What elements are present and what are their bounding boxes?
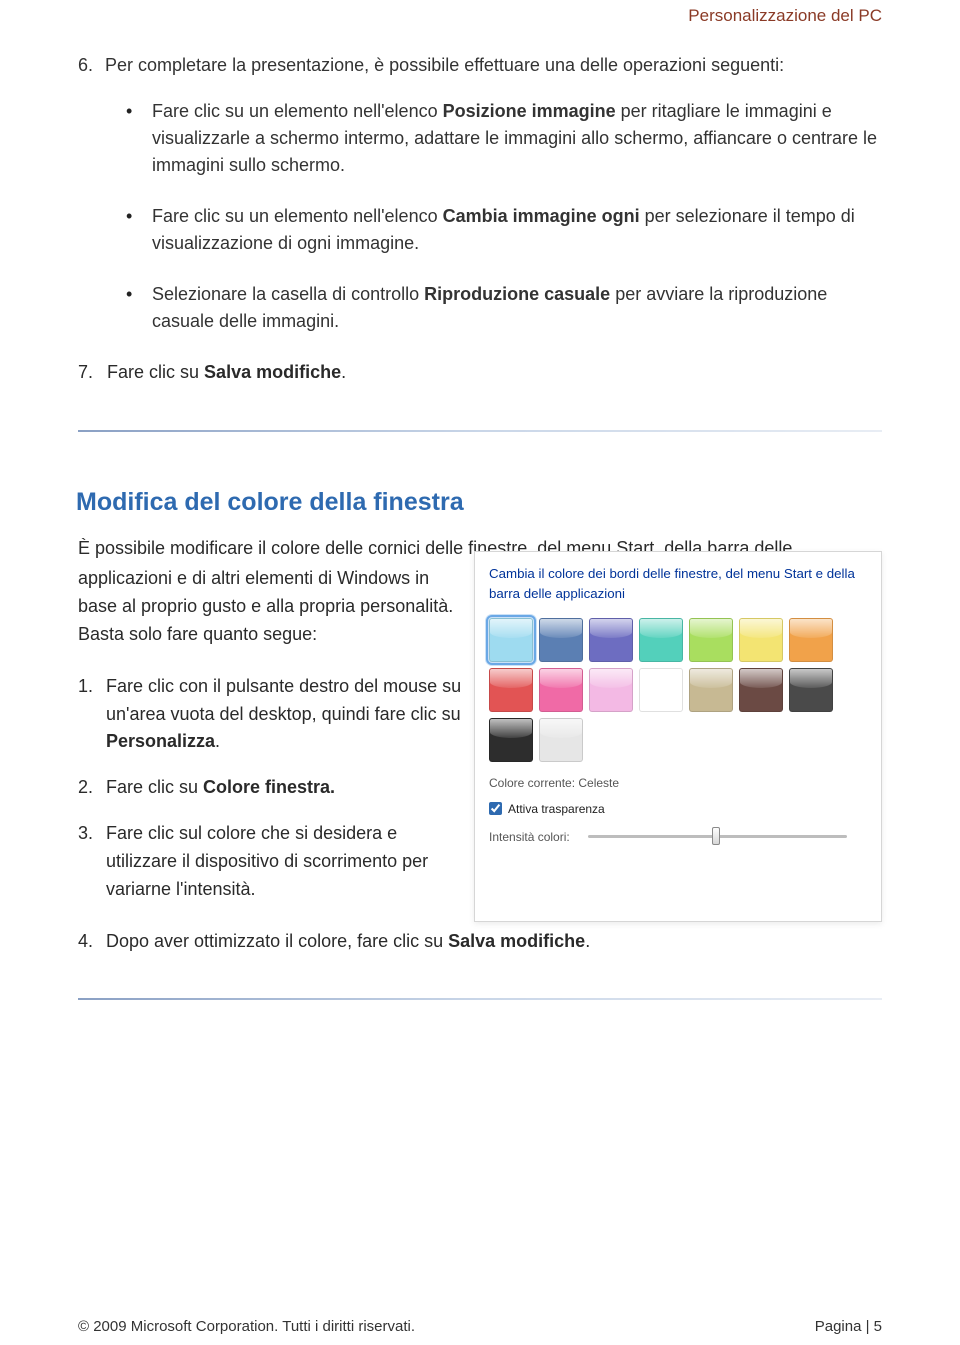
footer-page-number: Pagina | 5: [815, 1318, 882, 1335]
color-swatch-grid: [489, 618, 867, 762]
lower-step-2: 2. Fare clic su Colore finestra.: [78, 774, 466, 802]
bullet-3-pre: Selezionare la casella di controllo: [152, 284, 424, 304]
current-color-label: Colore corrente: Celeste: [489, 776, 867, 790]
lower-step-1: 1. Fare clic con il pulsante destro del …: [78, 673, 466, 757]
color-swatch-6[interactable]: [789, 618, 833, 662]
lower-step-2-bold: Colore finestra.: [203, 777, 335, 797]
lower-step-1-pre: Fare clic con il pulsante destro del mou…: [106, 676, 461, 724]
lower-step-4-bold: Salva modifiche: [448, 931, 585, 951]
color-swatch-8[interactable]: [539, 668, 583, 712]
lower-step-4-post: .: [585, 931, 590, 951]
bullet-2: Fare clic su un elemento nell'elenco Cam…: [126, 203, 882, 257]
color-swatch-14[interactable]: [489, 718, 533, 762]
bullet-2-pre: Fare clic su un elemento nell'elenco: [152, 206, 443, 226]
section-intro-rest: applicazioni e di altri elementi di Wind…: [78, 565, 466, 649]
color-swatch-13[interactable]: [789, 668, 833, 712]
footer-copyright: © 2009 Microsoft Corporation. Tutti i di…: [78, 1318, 415, 1335]
color-swatch-3[interactable]: [639, 618, 683, 662]
lower-step-1-num: 1.: [78, 673, 93, 701]
color-swatch-10[interactable]: [639, 668, 683, 712]
lower-step-4-num: 4.: [78, 928, 93, 956]
lower-step-4-pre: Dopo aver ottimizzato il colore, fare cl…: [106, 931, 448, 951]
section-divider-2: [78, 998, 882, 1000]
color-swatch-9[interactable]: [589, 668, 633, 712]
step-6-number: 6.: [78, 52, 100, 78]
step-7-number: 7.: [78, 359, 100, 386]
slider-thumb[interactable]: [712, 827, 720, 845]
bullet-2-bold: Cambia immagine ogni: [443, 206, 640, 226]
color-swatch-5[interactable]: [739, 618, 783, 662]
step-6: 6. Per completare la presentazione, è po…: [78, 52, 882, 335]
transparency-checkbox-row[interactable]: Attiva trasparenza: [489, 802, 867, 816]
panel-title: Cambia il colore dei bordi delle finestr…: [489, 564, 867, 604]
lower-step-3-text: Fare clic sul colore che si desidera e u…: [106, 823, 428, 899]
color-swatch-12[interactable]: [739, 668, 783, 712]
intensity-slider[interactable]: [588, 835, 867, 838]
bullet-1: Fare clic su un elemento nell'elenco Pos…: [126, 98, 882, 179]
bullet-3-bold: Riproduzione casuale: [424, 284, 610, 304]
step-7: 7. Fare clic su Salva modifiche.: [78, 359, 882, 386]
transparency-checkbox-label: Attiva trasparenza: [508, 802, 605, 816]
intensity-label: Intensità colori:: [489, 830, 570, 844]
section-divider: [78, 430, 882, 432]
step-7-post: .: [341, 362, 346, 382]
step-7-bold: Salva modifiche: [204, 362, 341, 382]
lower-step-2-pre: Fare clic su: [106, 777, 203, 797]
bullet-1-bold: Posizione immagine: [443, 101, 616, 121]
bullet-1-pre: Fare clic su un elemento nell'elenco: [152, 101, 443, 121]
step-6-text: Per completare la presentazione, è possi…: [105, 55, 784, 75]
color-swatch-2[interactable]: [589, 618, 633, 662]
section-heading: Modifica del colore della finestra: [76, 488, 882, 517]
step-7-pre: Fare clic su: [107, 362, 204, 382]
lower-step-1-bold: Personalizza: [106, 731, 215, 751]
color-swatch-0[interactable]: [489, 618, 533, 662]
lower-step-4: 4. Dopo aver ottimizzato il colore, fare…: [78, 928, 882, 956]
color-swatch-15[interactable]: [539, 718, 583, 762]
color-swatch-1[interactable]: [539, 618, 583, 662]
lower-step-1-post: .: [215, 731, 220, 751]
lower-step-3: 3. Fare clic sul colore che si desidera …: [78, 820, 466, 904]
color-swatch-7[interactable]: [489, 668, 533, 712]
windows-color-panel: Cambia il colore dei bordi delle finestr…: [474, 551, 882, 922]
color-swatch-4[interactable]: [689, 618, 733, 662]
transparency-checkbox[interactable]: [489, 802, 502, 815]
color-swatch-11[interactable]: [689, 668, 733, 712]
page-header-title: Personalizzazione del PC: [78, 0, 882, 26]
lower-step-2-num: 2.: [78, 774, 93, 802]
bullet-3: Selezionare la casella di controllo Ripr…: [126, 281, 882, 335]
lower-step-3-num: 3.: [78, 820, 93, 848]
